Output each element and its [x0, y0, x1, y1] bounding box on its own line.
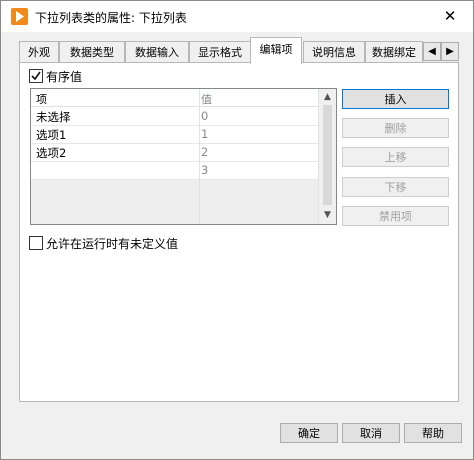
delete-button[interactable]: 删除 [342, 118, 449, 138]
scroll-thumb[interactable] [323, 105, 332, 205]
items-listbox[interactable]: 项 值 未选择 0 选项1 1 选项2 2 3 ▲ ▼ [30, 88, 337, 225]
item-text[interactable]: 选项1 [36, 127, 66, 143]
tab-data-entry[interactable]: 数据输入 [125, 41, 189, 63]
help-button[interactable]: 帮助 [404, 423, 462, 443]
disable-item-button[interactable]: 禁用项 [342, 206, 449, 226]
scroll-up-icon[interactable]: ▲ [319, 89, 336, 105]
column-header-item[interactable]: 项 [36, 91, 47, 107]
allow-undefined-label: 允许在运行时有未定义值 [46, 237, 179, 251]
checkmark-icon [31, 71, 41, 81]
app-icon [11, 8, 28, 25]
item-text[interactable]: 未选择 [36, 109, 71, 125]
item-value[interactable]: 1 [201, 127, 208, 141]
list-scrollbar[interactable]: ▲ ▼ [318, 89, 336, 224]
item-text[interactable]: 选项2 [36, 145, 66, 161]
tab-edit-items[interactable]: 编辑项 [250, 37, 302, 64]
list-row[interactable]: 未选择 0 [31, 107, 318, 126]
list-header: 项 值 [31, 89, 318, 107]
scroll-down-icon[interactable]: ▼ [319, 207, 336, 223]
properties-dialog: 下拉列表类的属性: 下拉列表 ✕ 外观 数据类型 数据输入 显示格式 编辑项 说… [0, 0, 474, 460]
tab-data-type[interactable]: 数据类型 [59, 41, 125, 63]
tab-scroll-left-icon[interactable]: ◀ [423, 42, 441, 61]
item-value[interactable]: 2 [201, 145, 208, 159]
list-row[interactable]: 选项1 1 [31, 125, 318, 144]
ordered-values-label: 有序值 [46, 70, 83, 84]
list-row[interactable]: 选项2 2 [31, 143, 318, 162]
insert-button[interactable]: 插入 [342, 89, 449, 109]
item-value[interactable]: 3 [201, 163, 208, 177]
close-icon[interactable]: ✕ [438, 4, 462, 28]
item-value[interactable]: 0 [201, 109, 208, 123]
column-header-value[interactable]: 值 [201, 91, 212, 107]
list-empty-area [31, 179, 318, 224]
list-row-new[interactable]: 3 [31, 161, 318, 180]
ordered-values-checkbox[interactable] [29, 69, 43, 83]
tab-display-format[interactable]: 显示格式 [189, 41, 251, 63]
ok-button[interactable]: 确定 [280, 423, 338, 443]
move-up-button[interactable]: 上移 [342, 147, 449, 167]
edit-items-panel: 有序值 项 值 未选择 0 选项1 1 选项2 2 3 ▲ ▼ 插入 删除 上移… [19, 62, 459, 402]
cancel-button[interactable]: 取消 [342, 423, 400, 443]
tab-description[interactable]: 说明信息 [303, 41, 365, 63]
tab-strip: 外观 数据类型 数据输入 显示格式 编辑项 说明信息 数据绑定 ◀ ▶ [1, 37, 473, 64]
tab-scroll-right-icon[interactable]: ▶ [441, 42, 459, 61]
allow-undefined-checkbox[interactable] [29, 236, 43, 250]
move-down-button[interactable]: 下移 [342, 177, 449, 197]
tab-data-binding[interactable]: 数据绑定 [365, 41, 423, 63]
window-title: 下拉列表类的属性: 下拉列表 [35, 11, 187, 25]
title-bar: 下拉列表类的属性: 下拉列表 ✕ [1, 1, 473, 32]
tab-appearance[interactable]: 外观 [19, 41, 59, 63]
column-divider [199, 89, 200, 224]
